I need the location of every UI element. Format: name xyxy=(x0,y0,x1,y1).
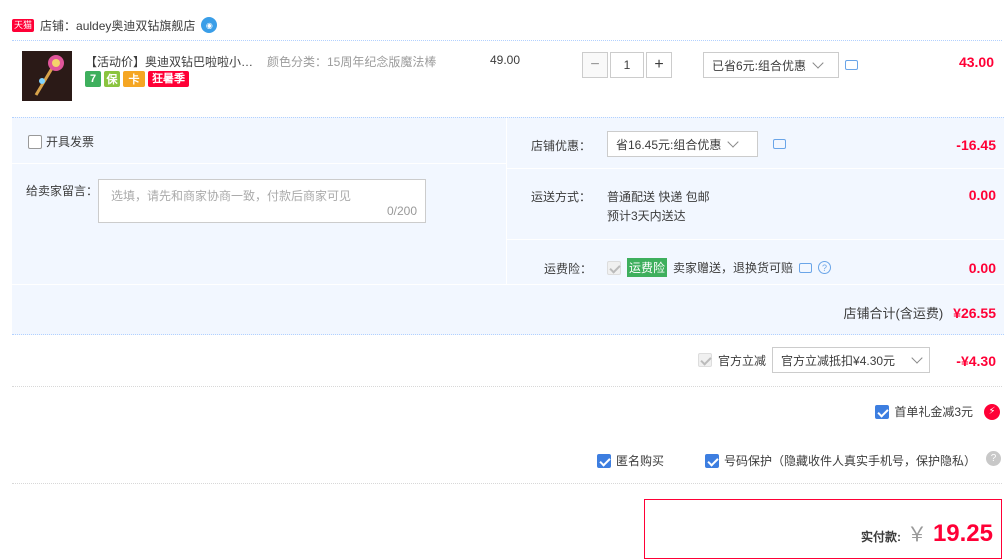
order-options-panel: 开具发票 给卖家留言： 选填，请先和商家协商一致，付款后商家可见 0/200 店… xyxy=(12,117,1004,335)
comment-icon[interactable] xyxy=(799,262,813,273)
shipping-method: 普通配送 快递 包邮 xyxy=(607,190,710,204)
message-label: 给卖家留言： xyxy=(26,184,99,198)
first-order-option[interactable]: 首单礼金减3元 ⚡ xyxy=(875,403,1000,420)
order-item-row: 【活动价】奥迪双钻巴啦啦小魔… 颜色分类：15周年纪念版魔法棒 7 保 卡 狂暑… xyxy=(12,41,1002,116)
invoice-label: 开具发票 xyxy=(46,135,95,149)
unit-price: 49.00 xyxy=(490,53,521,67)
official-discount-value: 官方立减抵扣¥4.30元 xyxy=(781,353,896,368)
item-promo-select[interactable]: 已省6元:组合优惠 xyxy=(703,52,839,78)
product-thumbnail[interactable] xyxy=(22,51,72,101)
anonymous-option[interactable]: 匿名购买 xyxy=(597,452,664,469)
invoice-option[interactable]: 开具发票 xyxy=(28,133,94,150)
insurance-label: 运费险： xyxy=(544,262,593,276)
anonymous-label: 匿名购买 xyxy=(616,454,665,468)
payment-summary: 实付款: ￥ 19.25 xyxy=(644,499,1002,559)
service-badges: 7 保 卡 狂暑季 xyxy=(85,71,189,87)
comment-icon[interactable] xyxy=(845,60,858,70)
official-discount-checkbox xyxy=(698,353,712,367)
anonymous-checkbox[interactable] xyxy=(597,453,611,468)
shop-total: 店铺合计(含运费) ¥26.55 xyxy=(844,303,997,322)
shipping-eta: 预计3天内送达 xyxy=(607,209,686,223)
divider xyxy=(507,168,1004,169)
official-discount-label: 官方立减 xyxy=(718,353,767,368)
help-icon[interactable]: ? xyxy=(818,261,832,274)
chevron-down-icon xyxy=(812,57,824,69)
insurance-option: 运费险 卖家赠送，退换货可赔 ? xyxy=(607,258,832,277)
wangwang-chat-icon[interactable]: ◉ xyxy=(201,17,218,33)
shipping-amount: 0.00 xyxy=(968,187,996,203)
lightning-icon: ⚡ xyxy=(984,403,1000,420)
chevron-down-icon xyxy=(727,136,740,148)
insurance-text: 卖家赠送，退换货可赔 xyxy=(673,261,794,275)
help-icon[interactable]: ? xyxy=(986,451,1001,466)
divider xyxy=(12,483,1002,484)
divider xyxy=(12,386,1002,387)
shipping-label: 运送方式： xyxy=(531,190,592,204)
shop-total-label: 店铺合计(含运费) xyxy=(843,306,944,321)
shop-discount-select[interactable]: 省16.45元:组合优惠 xyxy=(607,131,758,157)
decrease-button[interactable]: − xyxy=(582,52,608,78)
invoice-checkbox[interactable] xyxy=(28,134,42,149)
seller-message-field[interactable]: 选填，请先和商家协商一致，付款后商家可见 0/200 xyxy=(98,179,426,223)
item-subtotal: 43.00 xyxy=(958,54,994,70)
product-title[interactable]: 【活动价】奥迪双钻巴啦啦小魔… xyxy=(85,53,263,70)
store-header: 天猫 店铺：auldey奥迪双钻旗舰店 ◉ xyxy=(12,14,218,36)
payment-total: 实付款: ￥ 19.25 xyxy=(861,518,993,548)
insurance-tag: 运费险 xyxy=(627,258,668,277)
payment-label: 实付款: xyxy=(860,530,901,544)
privacy-label: 号码保护（隐藏收件人真实手机号，保护隐私） xyxy=(724,454,977,468)
first-order-checkbox[interactable] xyxy=(875,404,890,419)
official-discount-select[interactable]: 官方立减抵扣¥4.30元 xyxy=(772,347,931,373)
store-name[interactable]: 店铺：auldey奥迪双钻旗舰店 xyxy=(40,17,195,34)
warranty-icon: 保 xyxy=(104,71,120,87)
shop-discount-value: 省16.45元:组合优惠 xyxy=(616,137,722,152)
insurance-amount: 0.00 xyxy=(968,260,996,276)
item-promo-value: 已省6元:组合优惠 xyxy=(712,58,807,73)
divider xyxy=(12,284,1004,285)
payment-amount: 19.25 xyxy=(932,520,993,547)
privacy-checkbox[interactable] xyxy=(705,453,719,468)
shop-discount-label: 店铺优惠： xyxy=(531,139,592,153)
message-counter: 0/200 xyxy=(386,204,417,218)
divider xyxy=(12,163,506,164)
currency-symbol: ￥ xyxy=(906,524,927,546)
comment-icon[interactable] xyxy=(773,139,786,149)
official-discount-amount: -¥4.30 xyxy=(956,353,996,369)
shop-discount-amount: -16.45 xyxy=(956,137,996,153)
chevron-down-icon xyxy=(911,352,923,364)
card-payment-icon: 卡 xyxy=(123,71,145,87)
shop-total-amount: ¥26.55 xyxy=(953,304,996,321)
summer-sale-badge: 狂暑季 xyxy=(148,71,189,87)
seven-day-return-icon: 7 xyxy=(85,71,101,87)
increase-button[interactable]: + xyxy=(646,52,672,78)
message-placeholder: 选填，请先和商家协商一致，付款后商家可见 xyxy=(111,189,352,203)
first-order-label: 首单礼金减3元 xyxy=(894,405,973,419)
product-sku: 颜色分类：15周年纪念版魔法棒 xyxy=(267,55,437,69)
quantity-input[interactable]: 1 xyxy=(610,52,644,78)
quantity-stepper: − 1 + xyxy=(582,52,672,78)
privacy-option[interactable]: 号码保护（隐藏收件人真实手机号，保护隐私） xyxy=(705,452,976,469)
left-options: 开具发票 给卖家留言： 选填，请先和商家协商一致，付款后商家可见 0/200 xyxy=(12,118,506,284)
divider xyxy=(506,118,507,284)
official-discount-row: 官方立减 官方立减抵扣¥4.30元 xyxy=(698,347,931,373)
divider xyxy=(507,239,1004,240)
tmall-badge: 天猫 xyxy=(12,18,35,32)
insurance-checkbox xyxy=(607,260,621,275)
